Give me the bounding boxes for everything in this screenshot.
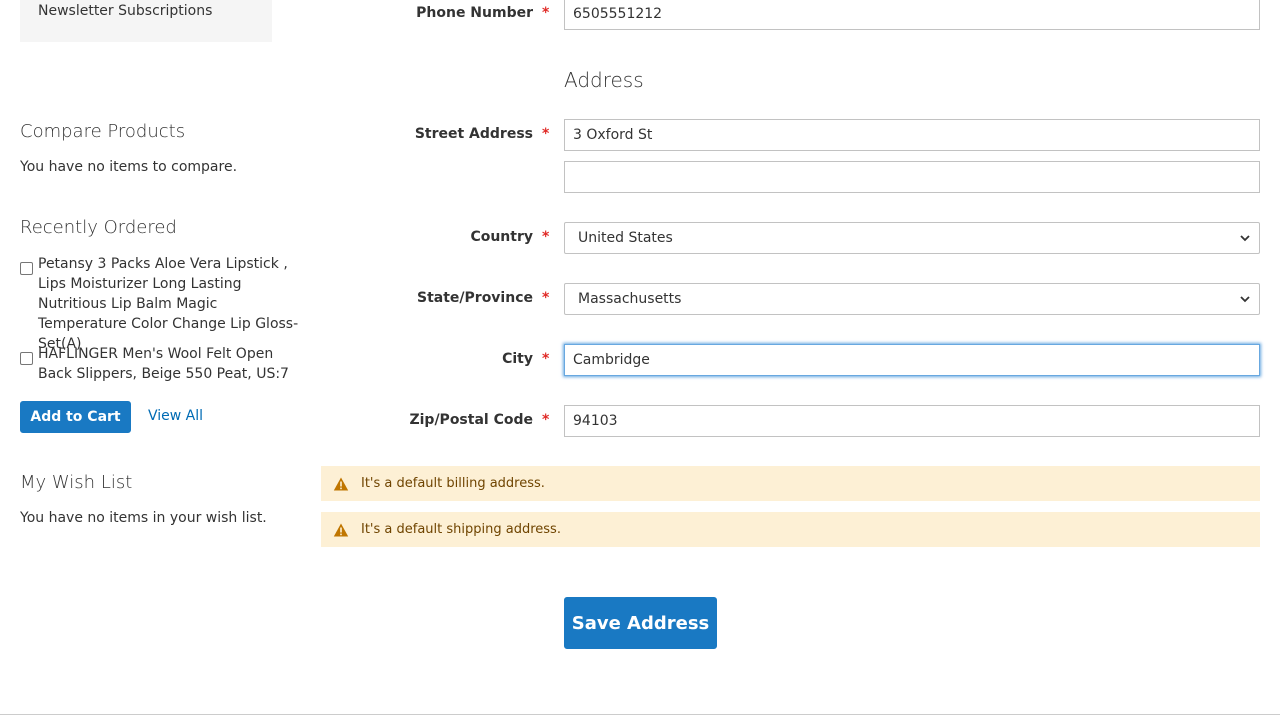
state-selected-value: Massachusetts (578, 291, 682, 307)
nav-link-newsletter-subscriptions[interactable]: Newsletter Subscriptions (38, 3, 212, 19)
account-nav-box: Newsletter Subscriptions (20, 0, 272, 42)
recently-ordered-item: Petansy 3 Packs Aloe Vera Lipstick , Lip… (20, 256, 310, 352)
state-province-select[interactable]: Massachusetts (564, 283, 1260, 315)
wishlist-empty-text: You have no items in your wish list. (20, 510, 267, 526)
compare-empty-text: You have no items to compare. (20, 159, 238, 175)
default-billing-notice: It's a default billing address. (321, 466, 1260, 501)
address-section-title: Address (564, 68, 644, 92)
recently-ordered-checkbox[interactable] (20, 262, 33, 275)
zip-postal-code-input[interactable]: 94103 (564, 405, 1260, 437)
required-asterisk: * (542, 412, 550, 428)
notice-text: It's a default billing address. (361, 476, 545, 491)
state-province-label: State/Province (417, 290, 533, 306)
compare-products-title: Compare Products (20, 121, 186, 142)
wishlist-title: My Wish List (20, 472, 133, 493)
recently-ordered-item-name: HAFLINGER Men's Wool Felt Open Back Slip… (38, 346, 289, 382)
chevron-down-icon (1240, 296, 1250, 303)
street-address-line1-input[interactable]: 3 Oxford St (564, 119, 1260, 151)
country-selected-value: United States (578, 230, 673, 246)
required-asterisk: * (542, 229, 550, 245)
required-asterisk: * (542, 5, 550, 21)
zip-postal-code-label: Zip/Postal Code (409, 412, 533, 428)
required-asterisk: * (542, 126, 550, 142)
city-value: Cambridge (573, 352, 650, 368)
footer-divider (0, 714, 1280, 715)
street-address-line1-value: 3 Oxford St (573, 127, 653, 143)
phone-number-label: Phone Number (416, 5, 533, 21)
required-asterisk: * (542, 351, 550, 367)
add-to-cart-button[interactable]: Add to Cart (20, 401, 131, 433)
street-address-line2-input[interactable] (564, 161, 1260, 193)
warning-icon (333, 523, 349, 536)
country-label: Country (470, 229, 533, 245)
recently-ordered-title: Recently Ordered (20, 217, 177, 238)
street-address-label: Street Address (414, 126, 533, 142)
view-all-link[interactable]: View All (148, 408, 203, 424)
phone-number-input[interactable]: 6505551212 (564, 0, 1260, 30)
notice-text: It's a default shipping address. (361, 522, 561, 537)
zip-value: 94103 (573, 413, 618, 429)
city-label: City (502, 351, 533, 367)
recently-ordered-checkbox[interactable] (20, 352, 33, 365)
phone-number-value: 6505551212 (573, 6, 663, 22)
city-input[interactable]: Cambridge (564, 344, 1260, 376)
recently-ordered-item: HAFLINGER Men's Wool Felt Open Back Slip… (20, 346, 310, 390)
required-asterisk: * (542, 290, 550, 306)
warning-icon (333, 477, 349, 490)
chevron-down-icon (1240, 235, 1250, 242)
recently-ordered-item-name: Petansy 3 Packs Aloe Vera Lipstick , Lip… (38, 256, 299, 352)
country-select[interactable]: United States (564, 222, 1260, 254)
save-address-button[interactable]: Save Address (564, 597, 717, 649)
default-shipping-notice: It's a default shipping address. (321, 512, 1260, 547)
